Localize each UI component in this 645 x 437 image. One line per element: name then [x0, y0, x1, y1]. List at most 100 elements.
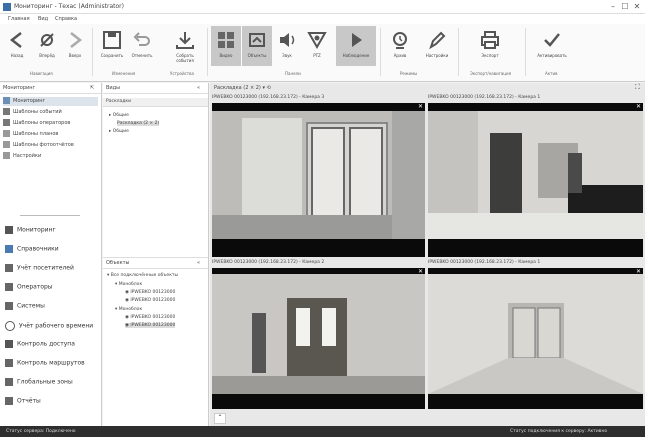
layout-label[interactable]: Раскладка (2 × 2) ▾ ⟲	[214, 85, 271, 92]
collapse-icon[interactable]: «	[197, 260, 200, 266]
tree-node-general-2[interactable]: ▸ Общие	[109, 129, 129, 134]
collapse-up-icon[interactable]: ⌃	[214, 413, 226, 424]
tree-node-camera[interactable]: ◉ IPWEBKO 00123000	[125, 290, 175, 295]
collect-events-button[interactable]: Собрать события	[167, 26, 203, 66]
camera-view-2[interactable]: ✕	[428, 103, 643, 257]
activate-button[interactable]: Активировать	[532, 26, 572, 66]
settings-button[interactable]: Настройки	[420, 26, 454, 66]
collapse-icon[interactable]: «	[197, 85, 200, 91]
tree-item-photo-templates[interactable]: Шаблоны фотоотчётов	[3, 141, 74, 150]
checkmark-icon	[544, 33, 560, 47]
tree-node-monoblock-2[interactable]: ▾ Моноблок	[115, 307, 142, 312]
objects-header: Объекты «	[103, 257, 208, 269]
sound-toggle[interactable]: Звук	[272, 26, 302, 66]
ribbon-separator	[380, 28, 381, 76]
video-toggle[interactable]: Видео	[211, 26, 241, 66]
status-bar: Статус сервера: Подключено Статус подклю…	[0, 426, 645, 437]
tree-item-operator-templates[interactable]: Шаблоны операторов	[3, 119, 70, 128]
archive-button[interactable]: Архив	[385, 26, 415, 66]
group-panels: Панели	[285, 71, 301, 76]
ribbon-separator	[207, 28, 208, 76]
tree-item-event-templates[interactable]: Шаблоны событий	[3, 108, 62, 117]
nav-operators[interactable]: Операторы	[5, 283, 53, 291]
window-title: Мониторинг - Техас (Administrator)	[14, 3, 124, 10]
nav-references[interactable]: Справочники	[5, 245, 59, 253]
menu-view[interactable]: Вид	[38, 16, 48, 22]
tree-node-camera[interactable]: ◉ IPWEBKO 00123000	[125, 298, 175, 303]
export-button[interactable]: Экспорт	[470, 26, 510, 66]
save-button[interactable]: Сохранить	[97, 26, 127, 66]
systems-icon	[5, 302, 13, 310]
back-button[interactable]: Назад	[2, 26, 32, 66]
ribbon-separator	[525, 28, 526, 76]
people-icon	[5, 264, 13, 272]
observation-toggle[interactable]: Наблюдение	[336, 26, 376, 66]
menu-help[interactable]: Справка	[55, 16, 77, 22]
ribbon-separator	[92, 28, 93, 76]
camera-view-3[interactable]: ✕	[212, 268, 425, 409]
nav-visitors[interactable]: Учёт посетителей	[5, 264, 74, 272]
tree-node-general[interactable]: ▸ Общие	[109, 113, 129, 118]
group-changes: Изменения	[112, 71, 136, 76]
arrow-right-icon	[70, 32, 83, 48]
report-icon	[5, 397, 13, 405]
camera-frame	[428, 103, 643, 257]
nav-systems[interactable]: Системы	[5, 302, 45, 310]
tree-node-all-objects[interactable]: ▾ Все подключённые объекты	[107, 273, 178, 278]
close-button[interactable]: ✕	[632, 2, 642, 12]
nav-route-control[interactable]: Контроль маршрутов	[5, 359, 85, 367]
app-icon	[3, 3, 11, 11]
objects-icon	[249, 33, 265, 47]
tree-node-monoblock[interactable]: ▾ Моноблок	[115, 282, 142, 287]
menu-home[interactable]: Главная	[8, 16, 30, 22]
tree-item-plan-templates[interactable]: Шаблоны планов	[3, 130, 58, 139]
server-status: Статус сервера: Подключено	[6, 429, 76, 434]
nav-work-time[interactable]: Учёт рабочего времени	[5, 321, 93, 331]
expand-icon[interactable]: ⛶	[635, 83, 640, 91]
splitter[interactable]	[20, 215, 80, 216]
nav-monitoring[interactable]: Мониторинг	[5, 226, 56, 234]
nav-reports[interactable]: Отчёты	[5, 397, 41, 405]
route-icon	[5, 359, 13, 367]
tree-node-layout-2x2[interactable]: Раскладка (2 × 2)	[117, 121, 160, 126]
camera-frame	[212, 103, 425, 257]
camera-view-1[interactable]: ✕	[212, 103, 425, 257]
nav-access-control[interactable]: Контроль доступа	[5, 340, 75, 348]
group-export: Экспорт/навигация	[470, 71, 511, 76]
forward-button[interactable]: Вперёд	[32, 26, 62, 66]
close-camera-icon[interactable]: ✕	[636, 103, 641, 110]
middle-pane: Виды « Раскладки ▸ Общие Раскладка (2 × …	[103, 83, 209, 426]
objects-toggle[interactable]: Объекты	[242, 26, 272, 66]
layouts-subheader: Раскладки	[103, 98, 208, 107]
operator-icon	[5, 283, 13, 291]
door-icon	[5, 340, 13, 348]
book-icon	[5, 245, 13, 253]
close-camera-icon[interactable]: ✕	[418, 103, 423, 110]
close-camera-icon[interactable]: ✕	[636, 268, 641, 275]
maximize-button[interactable]: ☐	[620, 2, 630, 12]
group-navigation: Навигация	[30, 71, 53, 76]
group-devices: Устройства	[170, 71, 194, 76]
menu-bar: Главная Вид Справка	[0, 14, 645, 24]
pin-icon[interactable]: ⇱	[90, 85, 94, 91]
ptz-icon	[307, 32, 327, 50]
nav-global-zones[interactable]: Глобальные зоны	[5, 378, 73, 386]
settings-icon	[3, 152, 10, 159]
camera-label-1: IPWEBKO 00123000 (192.168.23.172) - Каме…	[212, 95, 325, 100]
tree-item-settings[interactable]: Настройки	[3, 152, 41, 161]
monitor-icon	[3, 97, 10, 104]
close-camera-icon[interactable]: ✕	[418, 268, 423, 275]
up-button[interactable]: Вверх	[60, 26, 90, 66]
arrow-left-icon	[9, 32, 22, 48]
tree-node-camera-selected[interactable]: ◉ IPWEBKO 00123000	[125, 323, 176, 328]
minimize-button[interactable]: –	[608, 2, 618, 12]
template-icon	[3, 130, 10, 137]
zone-icon	[5, 378, 13, 386]
satellite-icon	[40, 33, 54, 47]
left-pane-header: Мониторинг ⇱	[0, 83, 101, 94]
undo-button[interactable]: Отменить	[127, 26, 157, 66]
tree-node-camera[interactable]: ◉ IPWEBKO 00123000	[125, 315, 175, 320]
ptz-toggle[interactable]: PTZ	[302, 26, 332, 66]
tree-item-monitoring[interactable]: Мониторинг	[3, 97, 98, 106]
camera-view-4[interactable]: ✕	[428, 268, 643, 409]
